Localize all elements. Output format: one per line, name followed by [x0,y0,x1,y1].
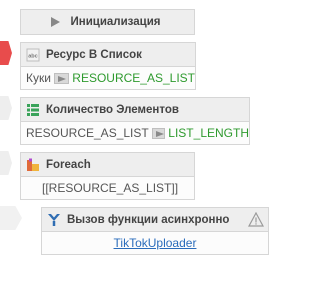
async-function-call-header[interactable]: Вызов функции асинхронно [42,208,268,232]
list-count-icon [26,103,40,117]
resource-input-name: Куки [26,71,51,85]
assign-arrow-icon [151,127,166,139]
function-call-icon [47,213,61,227]
foreach-block[interactable]: Foreach [[RESOURCE_AS_LIST]] [20,152,195,200]
list-length-title: Количество Элементов [46,103,179,116]
step-connector [0,206,22,230]
step-connector [0,151,12,175]
list-length-block[interactable]: Количество Элементов RESOURCE_AS_LIST LI… [20,97,250,145]
list-length-input[interactable]: RESOURCE_AS_LIST [26,126,149,140]
init-block[interactable]: Инициализация [20,9,195,35]
foreach-body[interactable]: [[RESOURCE_AS_LIST]] [21,177,194,199]
resource-to-list-block[interactable]: abc Ресурс В Список Куки RESOURCE_AS_LIS… [20,42,196,90]
resource-to-list-header[interactable]: abc Ресурс В Список [21,43,195,67]
foreach-title: Foreach [46,158,91,171]
resource-to-list-title: Ресурс В Список [46,48,142,61]
foreach-icon [26,158,40,172]
play-icon [48,15,62,29]
assign-arrow-icon [53,72,70,84]
init-block-title: Инициализация [70,16,161,28]
foreach-iterable[interactable]: [[RESOURCE_AS_LIST]] [42,181,178,195]
function-name-link[interactable]: TikTokUploader [114,236,197,250]
async-function-call-title: Вызов функции асинхронно [67,213,230,226]
active-step-marker [0,41,12,65]
resource-output-variable[interactable]: RESOURCE_AS_LIST [72,71,195,85]
list-length-body[interactable]: RESOURCE_AS_LIST LIST_LENGTH [21,122,249,144]
list-length-output-variable[interactable]: LIST_LENGTH [168,126,249,140]
async-function-call-body[interactable]: TikTokUploader [42,232,268,254]
resource-list-icon: abc [26,48,40,62]
resource-to-list-body[interactable]: Куки RESOURCE_AS_LIST [21,67,195,89]
script-editor-canvas: Инициализация abc Ресурс В Список Куки R… [0,0,334,282]
list-length-header[interactable]: Количество Элементов [21,98,249,122]
warning-icon[interactable] [247,211,265,228]
init-block-header[interactable]: Инициализация [21,10,194,34]
foreach-header[interactable]: Foreach [21,153,194,177]
svg-text:abc: abc [28,53,37,59]
step-connector [0,96,12,120]
async-function-call-block[interactable]: Вызов функции асинхронно TikTokUploader [41,207,269,255]
